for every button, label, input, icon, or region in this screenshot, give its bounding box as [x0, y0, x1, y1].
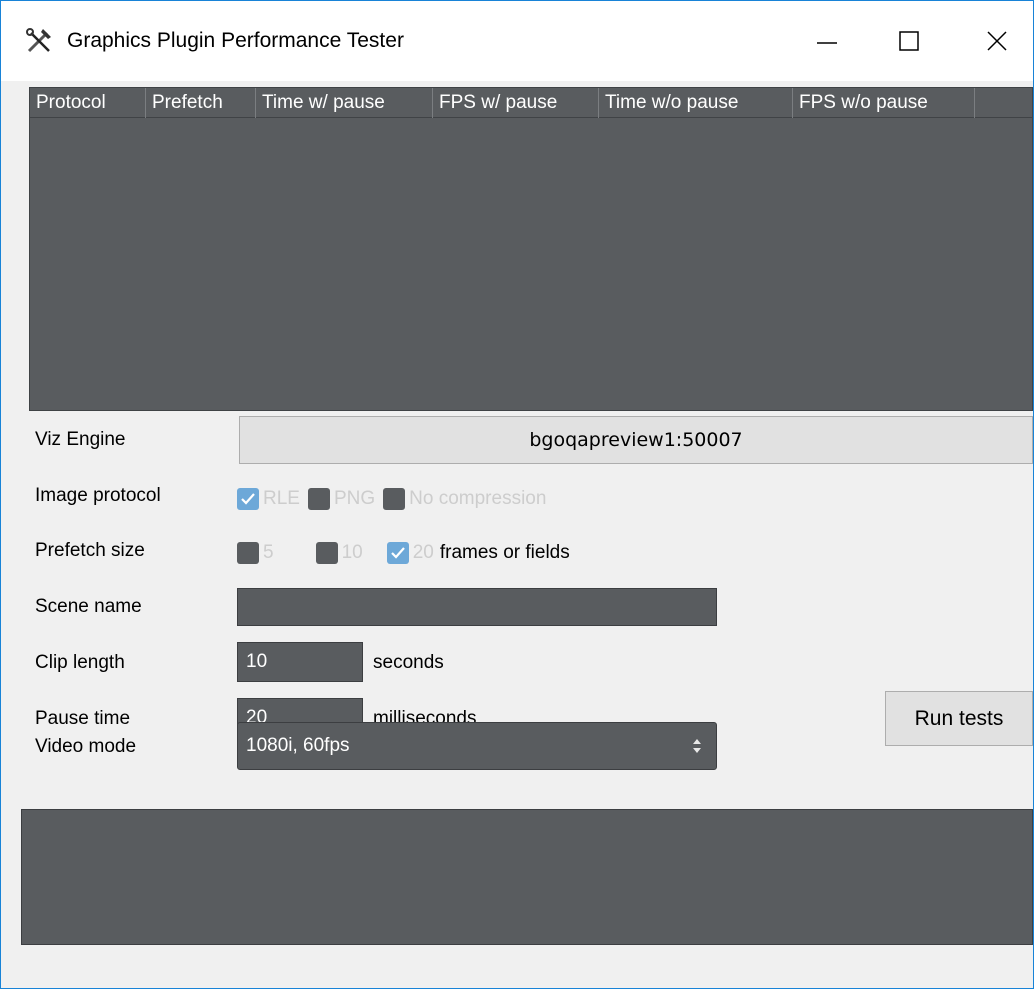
- column-header-time-without-pause[interactable]: Time w/o pause: [599, 88, 793, 118]
- tools-icon: [25, 27, 53, 55]
- column-header-time-with-pause[interactable]: Time w/ pause: [256, 88, 433, 118]
- clip-length-input[interactable]: [237, 642, 363, 682]
- no-compression-label: No compression: [409, 488, 547, 509]
- prefetch-10-label: 10: [341, 542, 363, 563]
- video-mode-label: Video mode: [35, 736, 137, 757]
- checkmark-icon: [390, 547, 405, 559]
- run-tests-button[interactable]: Run tests: [885, 691, 1033, 746]
- title-bar[interactable]: Graphics Plugin Performance Tester: [1, 1, 1033, 81]
- app-window: Graphics Plugin Performance Tester Proto…: [0, 0, 1034, 989]
- column-header-fps-with-pause[interactable]: FPS w/ pause: [433, 88, 599, 118]
- prefetch-size-label: Prefetch size: [35, 540, 145, 561]
- scene-name-label: Scene name: [35, 596, 142, 617]
- rle-label: RLE: [263, 488, 300, 509]
- clip-length-unit: seconds: [373, 652, 444, 673]
- close-button[interactable]: [951, 1, 1034, 81]
- column-header-protocol[interactable]: Protocol: [30, 88, 146, 118]
- rle-checkbox[interactable]: [237, 488, 259, 510]
- png-checkbox[interactable]: [307, 488, 330, 510]
- column-header-prefetch[interactable]: Prefetch: [146, 88, 256, 118]
- prefetch-20-label: 20: [412, 542, 434, 563]
- column-header-fps-without-pause[interactable]: FPS w/o pause: [793, 88, 975, 118]
- image-protocol-group: RLE PNG No compression: [237, 485, 554, 513]
- viz-engine-button[interactable]: bgoqapreview1:50007: [239, 416, 1033, 464]
- prefetch-size-group: 5 10 20 frames or fields: [237, 539, 570, 567]
- updown-arrows-icon: [692, 737, 702, 761]
- minimize-button[interactable]: [781, 1, 873, 81]
- pause-time-label: Pause time: [35, 708, 131, 729]
- no-compression-checkbox[interactable]: [383, 488, 406, 510]
- prefetch-suffix: frames or fields: [439, 542, 570, 563]
- checkmark-icon: [241, 493, 255, 505]
- prefetch-10-checkbox[interactable]: [315, 542, 338, 564]
- video-mode-value: 1080i, 60fps: [246, 735, 350, 756]
- prefetch-5-checkbox[interactable]: [237, 542, 259, 564]
- close-icon: [987, 31, 1007, 51]
- video-mode-select[interactable]: 1080i, 60fps: [237, 722, 717, 770]
- maximize-button[interactable]: [863, 1, 955, 81]
- viz-engine-label: Viz Engine: [35, 429, 126, 450]
- minimize-icon: [817, 31, 837, 51]
- png-label: PNG: [333, 488, 376, 509]
- scene-name-input[interactable]: [237, 588, 717, 626]
- table-header: Protocol Prefetch Time w/ pause FPS w/ p…: [30, 88, 1032, 118]
- results-table[interactable]: Protocol Prefetch Time w/ pause FPS w/ p…: [29, 87, 1033, 411]
- window-title: Graphics Plugin Performance Tester: [67, 29, 404, 52]
- prefetch-5-label: 5: [263, 542, 274, 563]
- clip-length-label: Clip length: [35, 652, 125, 673]
- maximize-icon: [899, 31, 919, 51]
- prefetch-20-checkbox[interactable]: [386, 542, 409, 564]
- image-protocol-label: Image protocol: [35, 485, 161, 506]
- output-log[interactable]: [21, 809, 1033, 945]
